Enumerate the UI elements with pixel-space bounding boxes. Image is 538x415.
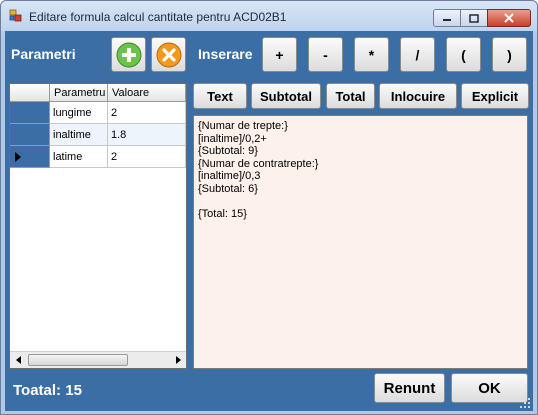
parameters-grid[interactable]: Parametru Valoare lungime 2 inaltime 1.8… [9,83,187,369]
plus-circle-icon [116,42,141,67]
horizontal-scrollbar[interactable] [10,351,186,368]
cell-valoare[interactable]: 2 [108,102,186,124]
remove-parameter-button[interactable] [151,37,186,72]
formula-line: {Subtotal: 6} [198,182,258,195]
scroll-right-button[interactable] [169,352,186,368]
current-row-arrow-icon [15,152,21,162]
formula-line: {Numar de contratrepte:} [198,157,319,170]
table-row[interactable]: inaltime 1.8 [10,124,186,146]
scrollbar-thumb[interactable] [28,354,128,366]
ok-button[interactable]: OK [451,373,528,403]
formula-line: [inaltime]/0,3 [198,170,261,182]
formula-line: {Total: 15} [198,207,247,220]
cell-parametru[interactable]: inaltime [50,124,108,146]
cell-valoare[interactable]: 2 [108,146,186,168]
maximize-icon [469,13,479,23]
insert-close-paren-button[interactable]: ) [492,37,527,72]
dialog-window: Editare formula calcul cantitate pentru … [0,0,538,415]
close-button[interactable] [487,9,531,27]
formula-line: {Numar de trepte:} [198,120,288,132]
row-header[interactable] [10,102,50,124]
grid-header: Parametru Valoare [10,84,186,102]
explicit-button[interactable]: Explicit [461,83,529,109]
formula-editor[interactable]: {Numar de trepte:} [inaltime]/0,2+ {Subt… [193,115,528,369]
column-header-parametru[interactable]: Parametru [50,84,108,102]
row-header-current[interactable] [10,146,50,168]
formula-line [198,195,523,208]
minimize-icon [443,19,451,21]
maximize-button[interactable] [460,9,488,27]
minimize-button[interactable] [433,9,461,27]
add-parameter-button[interactable] [111,37,146,72]
cancel-button[interactable]: Renunt [374,373,445,403]
table-row[interactable]: latime 2 [10,146,186,168]
client-area: Parametri Inserare + - * / ( ) Parametru [5,31,533,411]
cell-parametru[interactable]: latime [50,146,108,168]
resize-grip-icon[interactable] [519,397,531,409]
column-header-valoare[interactable]: Valoare [108,84,186,102]
remove-circle-icon [156,42,181,67]
row-header[interactable] [10,124,50,146]
parametri-label: Parametri [11,46,76,62]
insert-multiply-button[interactable]: * [354,37,389,72]
formula-line: [inaltime]/0,2+ [198,132,267,145]
title-bar: Editare formula calcul cantitate pentru … [1,1,537,31]
inserare-label: Inserare [198,46,253,62]
formula-line: {Subtotal: 9} [198,145,258,157]
total-label: Toatal: 15 [13,382,82,399]
scroll-left-button[interactable] [10,352,27,368]
window-title: Editare formula calcul cantitate pentru … [29,10,287,24]
insert-divide-button[interactable]: / [400,37,435,72]
cell-parametru[interactable]: lungime [50,102,108,124]
subtotal-button[interactable]: Subtotal [251,83,321,109]
insert-open-paren-button[interactable]: ( [446,37,481,72]
total-button[interactable]: Total [326,83,375,109]
app-icon [9,9,22,22]
insert-plus-button[interactable]: + [262,37,297,72]
text-button[interactable]: Text [193,83,247,109]
close-icon [504,13,514,23]
arrow-left-icon [15,356,21,364]
grid-corner [10,84,50,102]
cell-valoare[interactable]: 1.8 [108,124,186,146]
inlocuire-button[interactable]: Inlocuire [379,83,457,109]
table-row[interactable]: lungime 2 [10,102,186,124]
arrow-right-icon [175,356,181,364]
insert-minus-button[interactable]: - [308,37,343,72]
